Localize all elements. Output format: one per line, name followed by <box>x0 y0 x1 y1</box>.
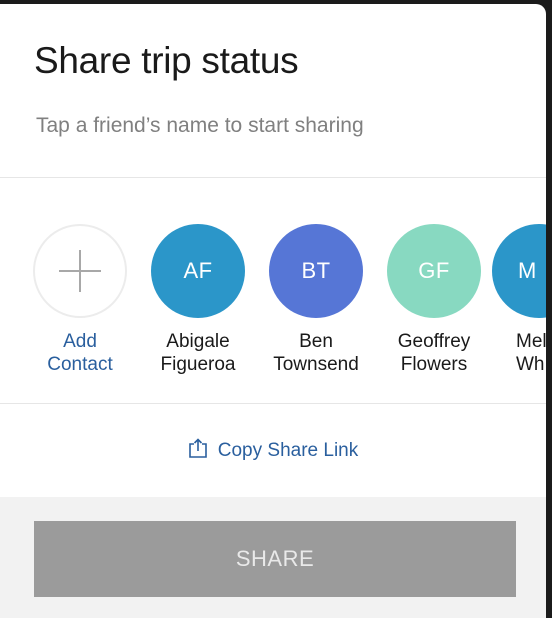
contact-ben-townsend[interactable]: BT Ben Townsend <box>251 224 381 376</box>
share-upload-icon <box>188 438 208 464</box>
copy-link-row: Copy Share Link <box>0 406 546 496</box>
contact-geoffrey-flowers[interactable]: GF Geoffrey Flowers <box>369 224 499 376</box>
contact-first-name: Add <box>63 331 97 352</box>
contact-partial-mel[interactable]: M Mel Wh <box>492 224 546 376</box>
add-contact-avatar[interactable] <box>33 224 127 318</box>
contact-name: Abigale Figueroa <box>133 330 263 376</box>
avatar-initials: GF <box>418 258 450 283</box>
avatar-initials: M <box>518 258 537 283</box>
divider <box>0 403 546 404</box>
avatar-initials: AF <box>183 258 213 283</box>
contact-last-name: Flowers <box>400 354 468 375</box>
sheet-subtitle: Tap a friend’s name to start sharing <box>36 114 364 137</box>
contact-first-name: Abigale <box>166 331 230 352</box>
contacts-carousel[interactable]: Add Contact AF Abigale Figueroa BT Ben T… <box>0 182 546 404</box>
avatar[interactable]: AF <box>151 224 245 318</box>
avatar[interactable]: BT <box>269 224 363 318</box>
share-trip-sheet: Share trip status Tap a friend’s name to… <box>0 4 546 618</box>
contact-last-name: Contact <box>47 354 113 375</box>
avatar-initials: BT <box>301 258 331 283</box>
contact-first-name: Ben <box>299 331 333 352</box>
avatar[interactable]: M <box>492 224 546 318</box>
avatar[interactable]: GF <box>387 224 481 318</box>
contact-last-name: Figueroa <box>160 354 236 375</box>
contact-abigale-figueroa[interactable]: AF Abigale Figueroa <box>133 224 263 376</box>
contact-last-name: Townsend <box>273 354 359 375</box>
sheet-title: Share trip status <box>34 40 299 81</box>
copy-share-link-label: Copy Share Link <box>217 440 359 461</box>
contact-name: Ben Townsend <box>251 330 381 376</box>
plus-icon <box>59 250 101 292</box>
contact-first-name: Geoffrey <box>397 331 471 352</box>
copy-share-link-button[interactable]: Copy Share Link <box>188 438 358 464</box>
share-button[interactable]: SHARE <box>34 521 516 597</box>
contact-first-name: Mel <box>516 331 546 352</box>
contact-name: Mel Wh <box>492 330 546 376</box>
divider <box>0 177 546 178</box>
share-button-label: SHARE <box>235 546 315 571</box>
contact-last-name: Wh <box>516 354 545 375</box>
add-contact-item[interactable]: Add Contact <box>15 224 145 376</box>
add-contact-label: Add Contact <box>15 330 145 376</box>
share-footer: SHARE <box>0 497 546 618</box>
screen: Share trip status Tap a friend’s name to… <box>0 0 552 618</box>
contact-name: Geoffrey Flowers <box>369 330 499 376</box>
